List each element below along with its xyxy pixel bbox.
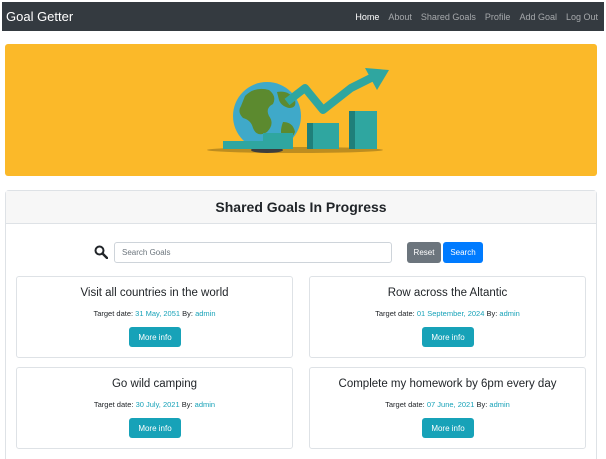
target-date: 30 July, 2021	[135, 400, 180, 409]
more-info-button[interactable]: More info	[422, 418, 474, 438]
author-link[interactable]: admin	[195, 400, 215, 409]
navbar: Goal Getter Home About Shared Goals Prof…	[2, 2, 604, 31]
nav-link-shared-goals[interactable]: Shared Goals	[421, 12, 476, 22]
nav-link-log-out[interactable]: Log Out	[566, 12, 598, 22]
globe-growth-illustration	[207, 68, 389, 153]
nav-link-add-goal[interactable]: Add Goal	[519, 12, 557, 22]
by-label: By:	[182, 309, 193, 318]
author-link[interactable]: admin	[195, 309, 215, 318]
target-date: 07 June, 2021	[426, 400, 475, 409]
nav-link-about[interactable]: About	[388, 12, 412, 22]
more-info-button[interactable]: More info	[129, 418, 181, 438]
target-date-label: Target date:	[385, 400, 425, 409]
nav-link-profile[interactable]: Profile	[485, 12, 511, 22]
target-date: 31 May, 2051	[135, 309, 181, 318]
goal-card: Go wild camping Target date: 30 July, 20…	[16, 367, 293, 449]
goal-meta: Target date: 01 September, 2024 By: admi…	[310, 309, 585, 318]
goal-title: Visit all countries in the world	[80, 287, 229, 299]
by-label: By:	[486, 309, 498, 318]
search-icon	[94, 245, 108, 259]
search-bar: Reset Search	[6, 242, 596, 264]
by-label: By:	[181, 400, 193, 409]
brand-logo[interactable]: Goal Getter	[2, 9, 73, 24]
panel-header: Shared Goals In Progress	[6, 191, 596, 224]
goal-card: Row across the Altantic Target date: 01 …	[309, 276, 586, 358]
more-info-button[interactable]: More info	[422, 327, 474, 347]
goal-meta: Target date: 31 May, 2051 By: admin	[17, 309, 292, 318]
target-date-label: Target date:	[93, 309, 134, 318]
target-date-label: Target date:	[93, 400, 134, 409]
search-input[interactable]	[114, 242, 392, 263]
by-label: By:	[476, 400, 488, 409]
goal-title: Go wild camping	[111, 378, 197, 390]
search-button[interactable]: Search	[443, 242, 483, 263]
more-info-button[interactable]: More info	[129, 327, 181, 347]
goal-title: Row across the Altantic	[387, 287, 508, 299]
author-link[interactable]: admin	[489, 400, 509, 409]
target-date: 01 September, 2024	[416, 309, 485, 318]
nav-link-home[interactable]: Home	[355, 12, 379, 22]
author-link[interactable]: admin	[499, 309, 519, 318]
nav-links: Home About Shared Goals Profile Add Goal…	[346, 12, 604, 22]
goal-card: Visit all countries in the world Target …	[16, 276, 293, 358]
hero-banner	[5, 44, 597, 176]
page-title: Shared Goals In Progress	[215, 199, 387, 215]
target-date-label: Target date:	[375, 309, 415, 318]
reset-button[interactable]: Reset	[407, 242, 441, 263]
goal-card: Complete my homework by 6pm every day Ta…	[309, 367, 586, 449]
goal-title: Complete my homework by 6pm every day	[338, 378, 557, 390]
goal-meta: Target date: 30 July, 2021 By: admin	[17, 400, 292, 409]
shared-goals-panel: Shared Goals In Progress Reset Search Vi…	[5, 190, 597, 459]
goal-meta: Target date: 07 June, 2021 By: admin	[310, 400, 585, 409]
